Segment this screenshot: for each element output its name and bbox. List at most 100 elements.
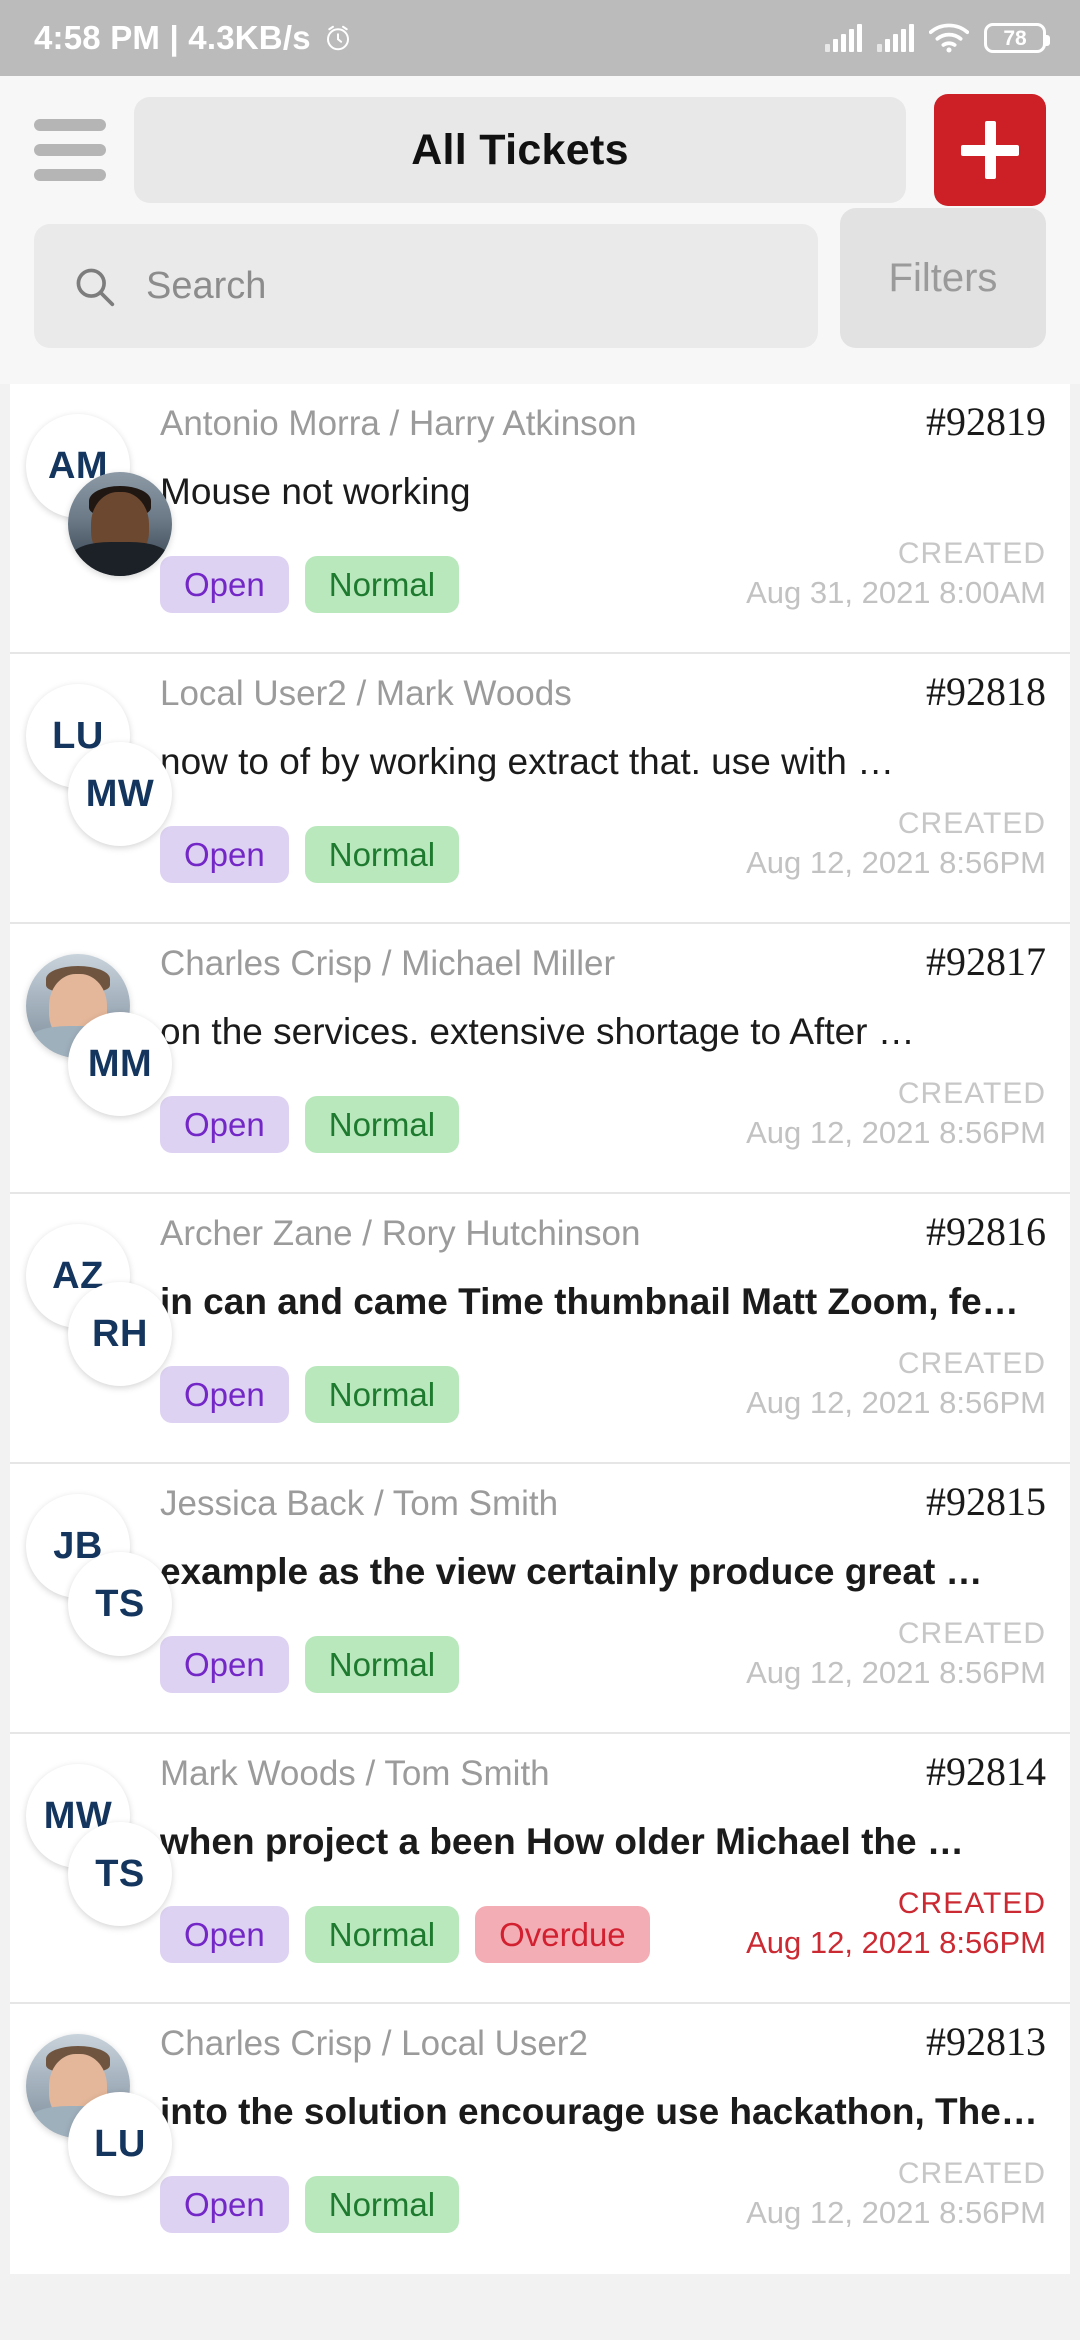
created-date: Aug 12, 2021 8:56PM: [746, 1925, 1046, 1961]
hamburger-menu-icon[interactable]: [34, 115, 106, 185]
ticket-people: Archer Zane / Rory Hutchinson: [160, 1214, 641, 1253]
avatar[interactable]: MM: [68, 1012, 172, 1116]
ticket-content: Local User2 / Mark Woods #92818 now to of …: [160, 668, 1070, 922]
ticket-header-line: Archer Zane / Rory Hutchinson #92816: [160, 1208, 1046, 1255]
status-badge[interactable]: Open: [160, 1906, 289, 1964]
avatar-group: MM: [10, 938, 172, 1192]
status-badge[interactable]: Normal: [304, 556, 460, 614]
ticket-subject: in can and came Time thumbnail Matt Zoom…: [160, 1281, 1019, 1322]
ticket-subject: now to of by working extract that. use w…: [160, 741, 895, 782]
add-ticket-button[interactable]: [934, 94, 1046, 206]
created-block: CREATED Aug 12, 2021 8:56PM: [746, 2155, 1046, 2233]
ticket-id: #92815: [926, 1479, 1046, 1524]
filters-button[interactable]: Filters: [840, 208, 1046, 348]
ticket-header-line: Charles Crisp / Michael Miller #92817: [160, 938, 1046, 985]
ticket-people: Charles Crisp / Local User2: [160, 2024, 588, 2063]
created-label: CREATED: [897, 807, 1046, 840]
page-title-pill[interactable]: All Tickets: [134, 97, 906, 203]
avatar[interactable]: TS: [68, 1822, 172, 1926]
status-bar-left: 4:58 PM | 4.3KB/s: [34, 19, 353, 57]
ticket-subject: when project a been How older Michael th…: [160, 1821, 964, 1862]
avatar-initials: TS: [95, 1852, 145, 1895]
status-badge[interactable]: Normal: [304, 826, 460, 884]
created-label: CREATED: [897, 537, 1046, 570]
search-icon: [76, 268, 115, 307]
ticket-people: Charles Crisp / Michael Miller: [160, 944, 616, 983]
badge-group: Open Normal: [160, 556, 460, 614]
status-badge[interactable]: Normal: [304, 1366, 460, 1424]
created-block: CREATED Aug 12, 2021 8:56PM: [746, 805, 1046, 883]
ticket-content: Jessica Back / Tom Smith #92815 example as…: [160, 1478, 1070, 1732]
ticket-row[interactable]: JB TS Jessica Back / Tom Smith #92815 exampl…: [10, 1464, 1070, 1734]
search-input[interactable]: Search: [34, 224, 818, 348]
ticket-header-line: Charles Crisp / Local User2 #92813: [160, 2018, 1046, 2065]
ticket-row[interactable]: MW TS Mark Woods / Tom Smith #92814 when pro…: [10, 1734, 1070, 2004]
created-block: CREATED Aug 12, 2021 8:56PM: [746, 1075, 1046, 1153]
battery-icon: 78: [984, 23, 1050, 53]
status-badge[interactable]: Open: [160, 1366, 289, 1424]
avatar[interactable]: MW: [68, 742, 172, 846]
created-label: CREATED: [897, 1077, 1046, 1110]
status-time: 4:58 PM | 4.3KB/s: [34, 19, 311, 56]
avatar-photo: [68, 472, 172, 576]
badge-group: Open Normal: [160, 1366, 460, 1424]
status-badge[interactable]: Normal: [304, 2176, 460, 2234]
ticket-footer-line: Open Normal CREATED Aug 12, 2021 8:56PM: [160, 1345, 1046, 1424]
hamburger-bar-1: [34, 119, 106, 131]
avatar[interactable]: RH: [68, 1282, 172, 1386]
search-placeholder: Search: [146, 264, 267, 307]
ticket-subject: Mouse not working: [160, 471, 471, 512]
ticket-content: Charles Crisp / Michael Miller #92817 on t…: [160, 938, 1070, 1192]
ticket-header-line: Local User2 / Mark Woods #92818: [160, 668, 1046, 715]
ticket-id: #92814: [926, 1749, 1046, 1794]
avatar[interactable]: [68, 472, 172, 576]
status-badge[interactable]: Overdue: [475, 1906, 650, 1964]
avatar-initials: TS: [95, 1582, 145, 1625]
status-badge[interactable]: Normal: [304, 1906, 460, 1964]
status-badge[interactable]: Open: [160, 1636, 289, 1694]
ticket-header-line: Jessica Back / Tom Smith #92815: [160, 1478, 1046, 1525]
ticket-row[interactable]: LU MW Local User2 / Mark Woods #92818 now to…: [10, 654, 1070, 924]
ticket-id: #92817: [926, 939, 1046, 984]
hamburger-bar-3: [34, 169, 106, 181]
ticket-row[interactable]: LU Charles Crisp / Local User2 #92813 into …: [10, 2004, 1070, 2274]
status-badge[interactable]: Open: [160, 2176, 289, 2234]
ticket-subject: into the solution encourage use hackatho…: [160, 2091, 1038, 2132]
created-date: Aug 12, 2021 8:56PM: [746, 1385, 1046, 1421]
created-block: CREATED Aug 12, 2021 8:56PM: [746, 1345, 1046, 1423]
ticket-subject: example as the view certainly produce gr…: [160, 1551, 983, 1592]
avatar-group: JB TS: [10, 1478, 172, 1732]
status-badge[interactable]: Normal: [304, 1636, 460, 1694]
ticket-header-line: Antonio Morra / Harry Atkinson #92819: [160, 398, 1046, 445]
ticket-footer-line: Open Normal CREATED Aug 12, 2021 8:56PM: [160, 2155, 1046, 2234]
signal-bars-icon-2: [877, 24, 914, 52]
filters-label: Filters: [888, 255, 998, 300]
status-bar-right: 78: [825, 23, 1050, 53]
ticket-row[interactable]: AZ RH Archer Zane / Rory Hutchinson #92816 i…: [10, 1194, 1070, 1464]
wifi-icon: [929, 23, 969, 53]
created-date: Aug 31, 2021 8:00AM: [746, 575, 1046, 611]
avatar-group: AM: [10, 398, 172, 652]
status-badge[interactable]: Normal: [304, 1096, 460, 1154]
avatar-group: LU: [10, 2018, 172, 2274]
ticket-list: AM Antonio Morra / Harry Atkinson #92819 Mo…: [0, 384, 1080, 2274]
avatar-group: LU MW: [10, 668, 172, 922]
badge-group: Open Normal: [160, 1636, 460, 1694]
ticket-row[interactable]: MM Charles Crisp / Michael Miller #92817 on…: [10, 924, 1070, 1194]
status-badge[interactable]: Open: [160, 826, 289, 884]
created-label: CREATED: [897, 2157, 1046, 2190]
ticket-header-line: Mark Woods / Tom Smith #92814: [160, 1748, 1046, 1795]
avatar-initials: MM: [87, 1042, 153, 1085]
created-date: Aug 12, 2021 8:56PM: [746, 1655, 1046, 1691]
avatar-group: AZ RH: [10, 1208, 172, 1462]
created-date: Aug 12, 2021 8:56PM: [746, 1115, 1046, 1151]
ticket-footer-line: Open Normal Overdue CREATED Aug 12, 2021 8:5…: [160, 1885, 1046, 1964]
ticket-id: #92818: [926, 669, 1046, 714]
status-badge[interactable]: Open: [160, 556, 289, 614]
status-badge[interactable]: Open: [160, 1096, 289, 1154]
created-block: CREATED Aug 12, 2021 8:56PM: [746, 1885, 1046, 1963]
avatar[interactable]: TS: [68, 1552, 172, 1656]
avatar[interactable]: LU: [68, 2092, 172, 2196]
ticket-footer-line: Open Normal CREATED Aug 31, 2021 8:00AM: [160, 535, 1046, 614]
ticket-row[interactable]: AM Antonio Morra / Harry Atkinson #92819 Mo…: [10, 384, 1070, 654]
